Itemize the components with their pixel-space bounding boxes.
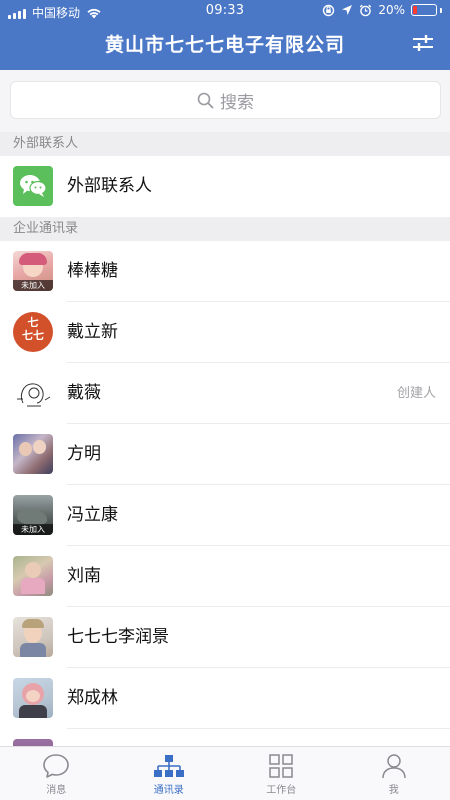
tab-me[interactable]: 我 [338,747,450,800]
tab-label: 工作台 [266,785,297,796]
external-contacts-item[interactable]: 外部联系人 [0,156,450,217]
contact-name: 戴立新 [67,322,118,342]
grid-icon [269,754,293,778]
status-bar: 中国移动 09:33 20% [0,0,450,22]
tab-label: 通讯录 [153,785,184,796]
search-input[interactable]: 搜索 [10,81,441,119]
contact-row[interactable]: 未加入 冯立康 [0,485,450,546]
battery-percent: 20% [378,3,405,17]
wechat-icon [13,166,53,206]
section-header-enterprise: 企业通讯录 [0,217,450,241]
tab-label: 消息 [46,785,67,796]
avatar [13,556,53,596]
contact-row[interactable]: 七七七李润景 [0,607,450,668]
search-icon [197,92,214,108]
not-joined-badge: 未加入 [13,280,53,291]
sliders-icon [413,35,433,51]
contact-row[interactable]: 方明 [0,424,450,485]
creator-tag: 创建人 [396,386,436,401]
avatar [13,434,53,474]
contact-row[interactable]: 郑成林 [0,668,450,729]
tab-messages[interactable]: 消息 [0,747,113,800]
avatar [13,739,53,746]
contact-name: 冯立康 [67,505,118,525]
tab-contacts[interactable]: 通讯录 [113,747,226,800]
search-area: 搜索 [0,70,450,132]
contact-name: 外部联系人 [67,176,152,196]
contact-name: 戴薇 [67,383,101,403]
page-title: 黄山市七七七电子有限公司 [104,34,345,56]
tab-label: 我 [388,785,399,796]
location-arrow-icon [342,5,353,15]
search-placeholder: 搜索 [220,92,254,113]
section-header-external: 外部联系人 [0,132,450,156]
status-right: 20% [322,3,442,17]
not-joined-badge: 未加入 [13,524,53,535]
contact-row[interactable]: 未加入 棒棒糖 [0,241,450,302]
alarm-icon [360,4,372,16]
contact-name: 棒棒糖 [67,261,118,281]
tab-workbench[interactable]: 工作台 [225,747,338,800]
avatar: 未加入 [13,251,53,291]
contact-name: 刘南 [67,566,101,586]
org-chart-icon [153,755,184,777]
contact-row[interactable]: 戴薇 创建人 [0,363,450,424]
logo-text: 七七七 [22,316,44,342]
filter-settings-button[interactable] [410,30,436,56]
battery-icon [411,4,442,16]
contact-row[interactable]: 刘南 [0,546,450,607]
rotation-lock-icon [323,4,335,16]
company-logo-avatar: 七七七 [13,312,53,352]
contact-row[interactable]: 七七七 戴立新 [0,302,450,363]
avatar [13,678,53,718]
contact-row-partial[interactable] [0,729,450,746]
contact-name: 方明 [67,444,101,464]
person-icon [382,754,406,779]
tab-bar: 消息 通讯录 工作台 我 [0,746,450,800]
contact-name: 郑成林 [67,688,118,708]
avatar: 未加入 [13,495,53,535]
avatar [13,373,53,413]
contacts-screen: 中国移动 09:33 20% 黄山市七七七电子有限公司 搜索 外部联系人 外部联… [0,0,450,800]
contact-name: 七七七李润景 [67,627,169,647]
top-bar: 中国移动 09:33 20% 黄山市七七七电子有限公司 [0,0,450,70]
chat-bubble-icon [43,754,70,778]
avatar [13,617,53,657]
